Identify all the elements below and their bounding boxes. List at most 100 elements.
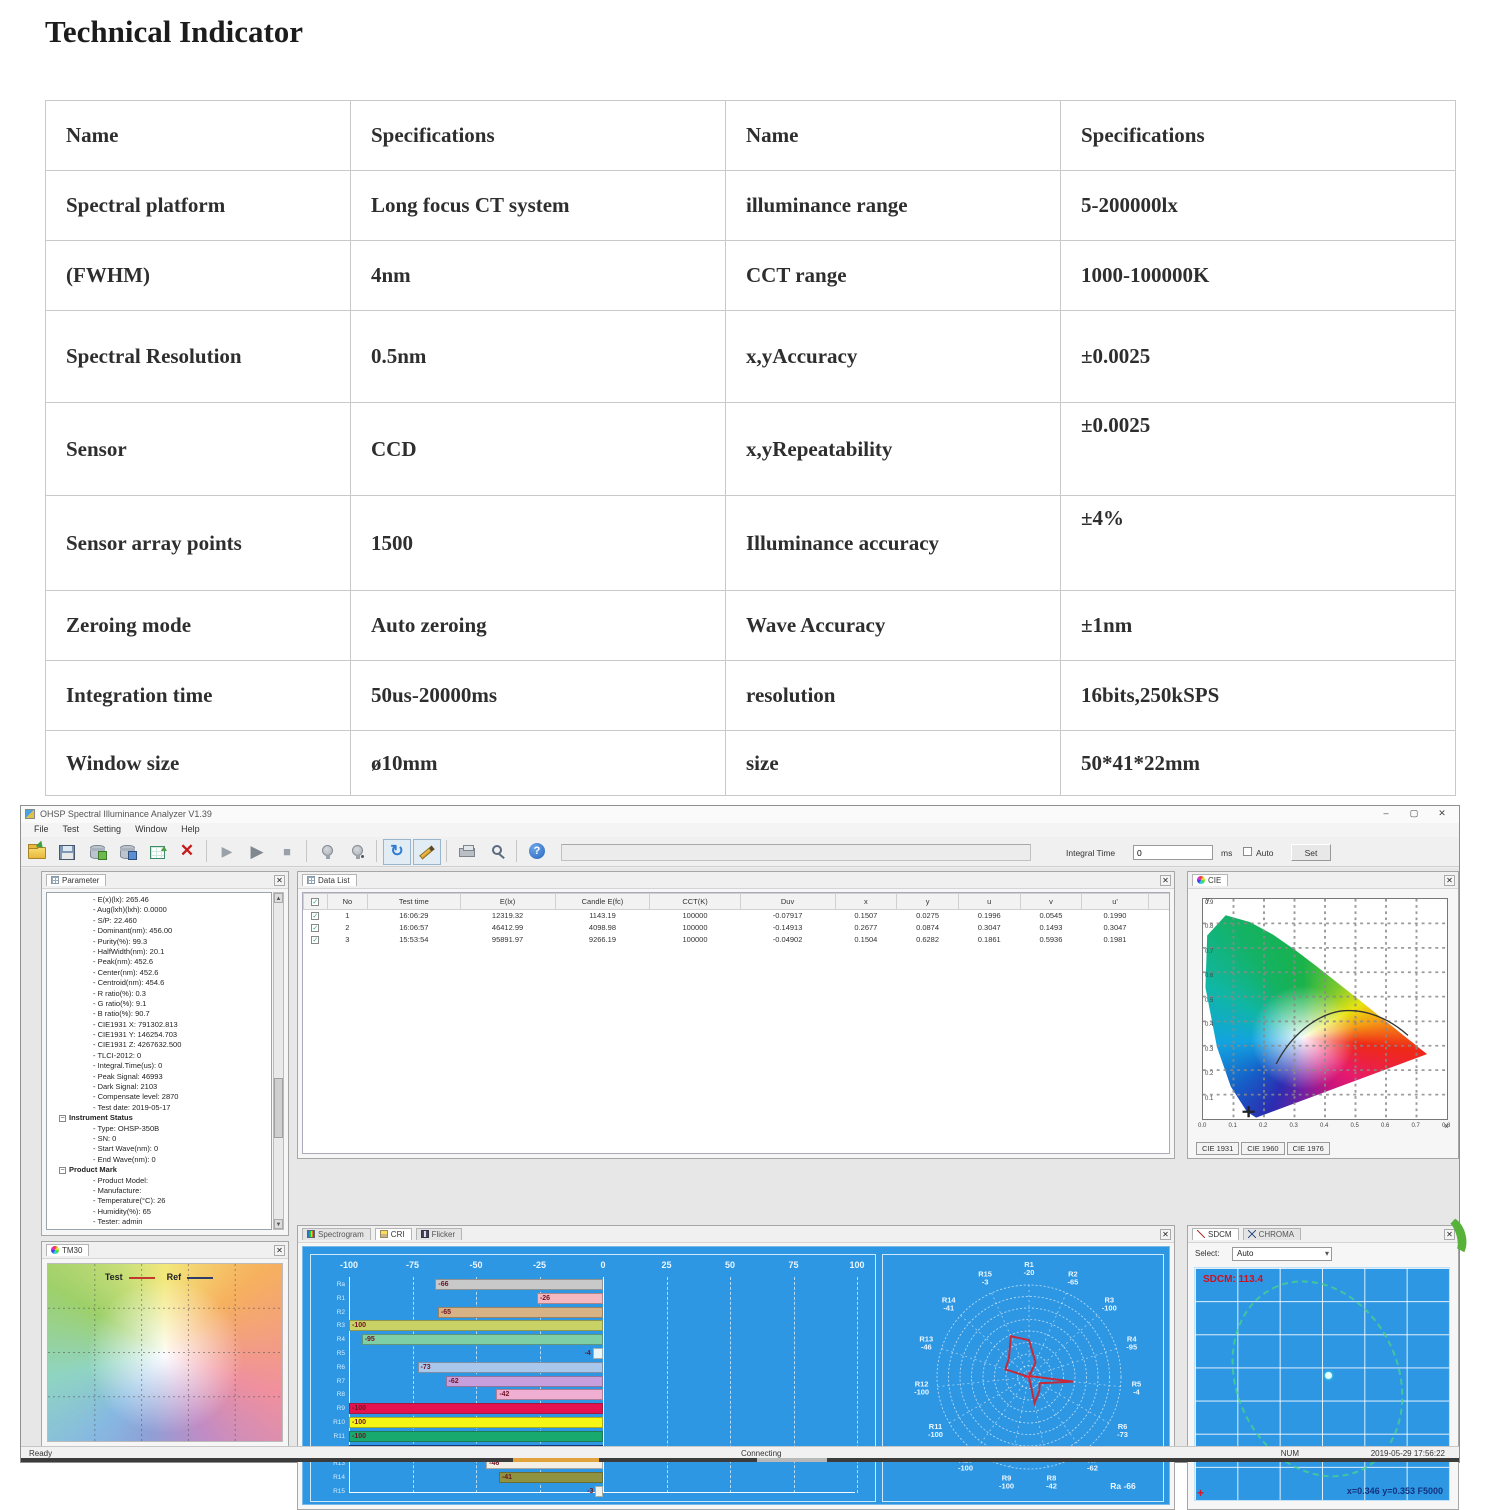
tree-item[interactable]: - CIE1931 Y: 146254.703 [49,1030,271,1040]
tab-parameter[interactable]: Parameter [46,874,106,886]
tree-item[interactable]: - R ratio(%): 0.3 [49,989,271,999]
tree-item[interactable]: - Start Wave(nm): 0 [49,1144,271,1154]
scroll-up-icon[interactable]: ▲ [274,893,283,903]
column-header-y[interactable]: y [897,894,959,910]
collapse-icon[interactable]: − [59,1167,66,1174]
row-checkbox[interactable]: ✓ [304,910,328,922]
tree-group[interactable]: −Product Mark [49,1165,271,1175]
select-all-checkbox[interactable]: ✓ [304,894,328,910]
tree-item[interactable]: - Integral.Time(us): 0 [49,1061,271,1071]
play-icon[interactable]: ▶ [213,839,241,865]
tree-item[interactable]: - Peak(nm): 452.6 [49,957,271,967]
edit-icon[interactable] [413,839,441,865]
menu-test[interactable]: Test [56,823,87,834]
delete-icon[interactable]: ✕ [173,839,201,865]
tree-item[interactable]: - Center(nm): 452.6 [49,968,271,978]
column-header-x[interactable]: x [835,894,897,910]
bulb-icon[interactable] [313,839,341,865]
table-export-icon[interactable] [143,839,171,865]
tab-cie-1931[interactable]: CIE 1931 [1196,1142,1239,1155]
tree-item[interactable]: - Aug(lxh)(lxh): 0.0000 [49,905,271,915]
scroll-thumb[interactable] [274,1078,283,1138]
print-icon[interactable] [453,839,481,865]
tree-item[interactable]: - G ratio(%): 9.1 [49,999,271,1009]
tree-item[interactable]: - Product Model: [49,1176,271,1186]
tree-group[interactable]: +Electrical Parameter [49,1228,271,1231]
tree-item[interactable]: - Centroid(nm): 454.6 [49,978,271,988]
tree-item[interactable]: - E(x)(lx): 265.46 [49,895,271,905]
tab-cie-1976[interactable]: CIE 1976 [1287,1142,1330,1155]
tree-item[interactable]: - TLCI-2012: 0 [49,1051,271,1061]
tree-item[interactable]: - Test date: 2019-05-17 [49,1103,271,1113]
datalist-table[interactable]: ✓NoTest timeE(lx)Candle E(fc)CCT(K)Duvxy… [303,893,1170,946]
column-header-no[interactable]: No [327,894,367,910]
tree-item[interactable]: - CIE1931 X: 791302.813 [49,1020,271,1030]
expand-icon[interactable]: + [59,1230,66,1231]
open-icon[interactable] [23,839,51,865]
datalist-close-icon[interactable]: ✕ [1160,875,1171,886]
refresh-icon[interactable]: ↻ [383,839,411,865]
tab-spectrogram[interactable]: Spectrogram [302,1228,371,1240]
stop-icon[interactable]: ■ [273,839,301,865]
select-dropdown[interactable]: Auto [1232,1247,1332,1261]
tab-cri[interactable]: CRI [375,1228,412,1240]
db-lock-icon[interactable] [113,839,141,865]
scroll-down-icon[interactable]: ▼ [274,1219,283,1229]
menu-setting[interactable]: Setting [86,823,128,834]
row-checkbox[interactable]: ✓ [304,934,328,946]
tree-item[interactable]: - Dark Signal: 2103 [49,1082,271,1092]
bulb-alt-icon[interactable] [343,839,371,865]
column-header-candle-e-fc-[interactable]: Candle E(fc) [555,894,650,910]
play-strong-icon[interactable]: ▶ [243,839,271,865]
parameter-scrollbar[interactable]: ▲ ▼ [273,892,284,1230]
tree-group[interactable]: −Instrument Status [49,1113,271,1123]
table-row[interactable]: ✓116:06:2912319.321143.19100000-0.079170… [304,910,1171,922]
tm30-close-icon[interactable]: ✕ [274,1245,285,1256]
row-checkbox[interactable]: ✓ [304,922,328,934]
column-header-v-[interactable]: v' [1148,894,1170,910]
tab-data-list[interactable]: Data List [302,874,357,886]
tree-item[interactable]: - Dominant(nm): 456.00 [49,926,271,936]
tree-item[interactable]: - B ratio(%): 90.7 [49,1009,271,1019]
cie-close-icon[interactable]: ✕ [1444,875,1455,886]
zoom-icon[interactable] [483,839,511,865]
menu-help[interactable]: Help [174,823,207,834]
tab-chroma[interactable]: CHROMA [1243,1228,1302,1240]
tree-item[interactable]: - SN: 0 [49,1134,271,1144]
tree-item[interactable]: - Purity(%): 99.3 [49,937,271,947]
table-row[interactable]: ✓315:53:5495891.979266.19100000-0.049020… [304,934,1171,946]
help-icon[interactable]: ? [523,839,551,865]
menu-file[interactable]: File [27,823,56,834]
tree-item[interactable]: - Tester: admin [49,1217,271,1227]
column-header-duv[interactable]: Duv [740,894,835,910]
db-save-icon[interactable] [83,839,111,865]
tree-item[interactable]: - Manufacture: [49,1186,271,1196]
menu-window[interactable]: Window [128,823,174,834]
minimize-button[interactable]: – [1377,808,1395,820]
parameter-tree[interactable]: - E(x)(lx): 265.46- Aug(lxh)(lxh): 0.000… [46,892,272,1230]
tab-cie[interactable]: CIE [1192,874,1228,886]
tab-tm30[interactable]: TM30 [46,1244,89,1256]
column-header-e-lx-[interactable]: E(lx) [460,894,555,910]
parameter-close-icon[interactable]: ✕ [274,875,285,886]
tree-item[interactable]: - Temperature(°C): 26 [49,1196,271,1206]
column-header-u-[interactable]: u' [1082,894,1148,910]
tab-sdcm[interactable]: SDCM [1192,1228,1239,1240]
save-icon[interactable] [53,839,81,865]
tree-item[interactable]: - HalfWidth(nm): 20.1 [49,947,271,957]
tree-item[interactable]: - Compensate level: 2870 [49,1092,271,1102]
tree-item[interactable]: - S/P: 22.460 [49,916,271,926]
tree-item[interactable]: - CIE1931 Z: 4267632.500 [49,1040,271,1050]
column-header-cct-k-[interactable]: CCT(K) [650,894,740,910]
integral-time-input[interactable] [1133,845,1213,860]
close-button[interactable]: ✕ [1433,808,1451,820]
cri-close-icon[interactable]: ✕ [1160,1229,1171,1240]
column-header-u[interactable]: u [958,894,1020,910]
tab-cie-1960[interactable]: CIE 1960 [1241,1142,1284,1155]
collapse-icon[interactable]: − [59,1115,66,1122]
tree-item[interactable]: - Peak Signal: 46993 [49,1072,271,1082]
tab-flicker[interactable]: Flicker [416,1228,463,1240]
tree-item[interactable]: - Humidity(%): 65 [49,1207,271,1217]
column-header-v[interactable]: v [1020,894,1082,910]
set-button[interactable]: Set [1291,844,1331,861]
